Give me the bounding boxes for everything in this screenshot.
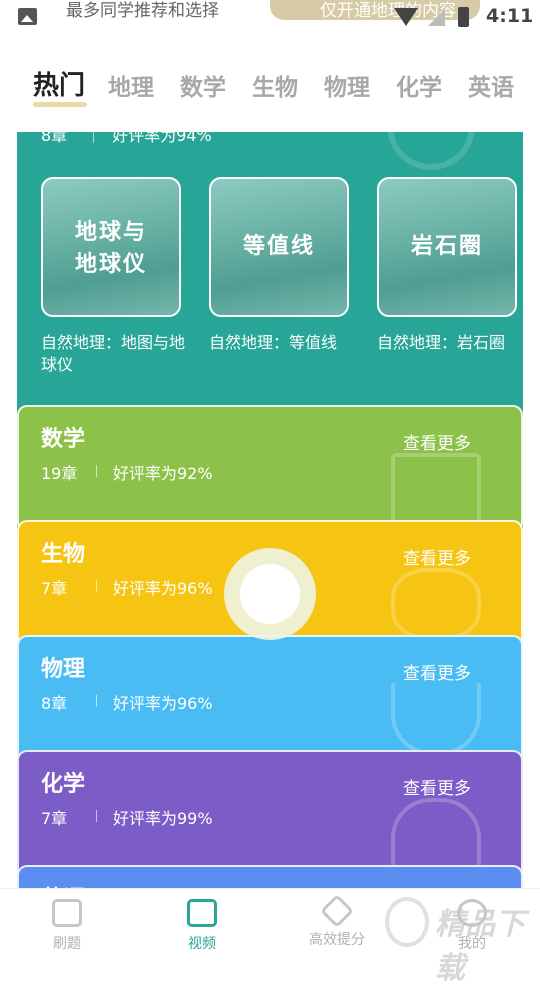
course-thumbnail[interactable]: 岩石圈 — [377, 177, 517, 317]
blackboard-icon — [391, 453, 481, 525]
dna-icon — [391, 568, 481, 640]
watermark: 精品下载 — [385, 895, 535, 986]
subject-card-english[interactable]: 英语 — [17, 865, 523, 888]
active-tab-indicator — [33, 102, 87, 107]
subject-name: 数学 — [41, 427, 86, 452]
nav-label: 视频 — [188, 936, 216, 952]
subject-rating: 好评率为96% — [113, 579, 213, 598]
subject-chapters: 7章 — [41, 579, 68, 598]
notification-text: 最多同学推荐和选择 — [66, 1, 219, 21]
nav-label: 刷题 — [53, 936, 81, 952]
wifi-icon — [394, 8, 418, 26]
subject-name: 化学 — [41, 772, 86, 797]
subject-name: 物理 — [41, 657, 86, 682]
globe-icon — [387, 132, 475, 170]
subject-card-physics[interactable]: 物理 8章 好评率为96% 查看更多 — [17, 635, 523, 763]
tab-biology[interactable]: 生物 — [252, 68, 298, 102]
subject-chapters: 19章 — [41, 464, 78, 483]
view-more-button[interactable]: 查看更多 — [403, 544, 471, 569]
geography-chapters: 8章 — [41, 132, 68, 145]
floating-button-core — [240, 564, 300, 624]
subject-card-math[interactable]: 数学 19章 好评率为92% 查看更多 — [17, 405, 523, 533]
thumbnail-title: 等值线 — [242, 234, 315, 259]
subject-chapters: 7章 — [41, 809, 68, 828]
nav-practice[interactable]: 刷题 — [22, 899, 112, 953]
tab-hot[interactable]: 热门 — [33, 65, 85, 102]
view-more-button[interactable]: 查看更多 — [403, 659, 471, 684]
nav-video[interactable]: 视频 — [157, 899, 247, 953]
watermark-text: 精品下载 — [435, 907, 525, 986]
thumbnail-title: 岩石圈 — [410, 234, 483, 259]
shield-icon — [320, 894, 354, 928]
course-caption[interactable]: 自然地理：岩石圈 — [377, 332, 527, 354]
subject-rating: 好评率为96% — [113, 694, 213, 713]
tab-chemistry[interactable]: 化学 — [396, 68, 442, 102]
thumbnail-title: 地球仪 — [74, 252, 147, 277]
subject-card-chemistry[interactable]: 化学 7章 好评率为99% 查看更多 — [17, 750, 523, 878]
geography-meta: 8章 好评率为94% — [41, 132, 212, 146]
tab-physics[interactable]: 物理 — [324, 68, 370, 102]
tab-math[interactable]: 数学 — [180, 68, 226, 102]
floating-assist-button[interactable] — [224, 548, 316, 640]
thumbnail-title: 地球与 — [74, 220, 147, 245]
subject-rating: 好评率为92% — [113, 464, 213, 483]
view-more-button[interactable]: 查看更多 — [403, 429, 471, 454]
geography-rating: 好评率为94% — [112, 132, 212, 145]
tab-english[interactable]: 英语 — [468, 68, 514, 102]
status-bar: 最多同学推荐和选择 仅开通地理的内容 4:11 — [0, 0, 540, 36]
image-icon — [18, 8, 37, 25]
video-icon — [187, 899, 217, 927]
printer-icon — [52, 899, 82, 927]
status-time: 4:11 — [486, 5, 534, 27]
magnet-icon — [391, 683, 481, 755]
course-list[interactable]: 8章 好评率为94% 地球与 地球仪 自然地理：地图与地球仪 等值线 自然地理：等… — [0, 132, 540, 888]
battery-icon — [458, 7, 469, 27]
course-thumbnail[interactable]: 地球与 地球仪 — [41, 177, 181, 317]
watermark-logo-icon — [385, 897, 429, 947]
course-caption[interactable]: 自然地理：地图与地球仪 — [41, 332, 191, 376]
subject-rating: 好评率为99% — [113, 809, 213, 828]
subject-name: 英语 — [41, 881, 85, 888]
notification-banner: 仅开通地理的内容 — [270, 0, 480, 21]
flask-icon — [391, 798, 481, 870]
subject-chapters: 8章 — [41, 694, 68, 713]
nav-improve[interactable]: 高效提分 — [292, 894, 382, 949]
tab-geography[interactable]: 地理 — [108, 68, 154, 102]
cellular-icon — [428, 9, 445, 26]
subject-name: 生物 — [41, 542, 86, 567]
course-thumbnail[interactable]: 等值线 — [209, 177, 349, 317]
view-more-button[interactable]: 查看更多 — [403, 774, 471, 799]
nav-label: 高效提分 — [309, 932, 365, 948]
course-caption[interactable]: 自然地理：等值线 — [209, 332, 359, 354]
